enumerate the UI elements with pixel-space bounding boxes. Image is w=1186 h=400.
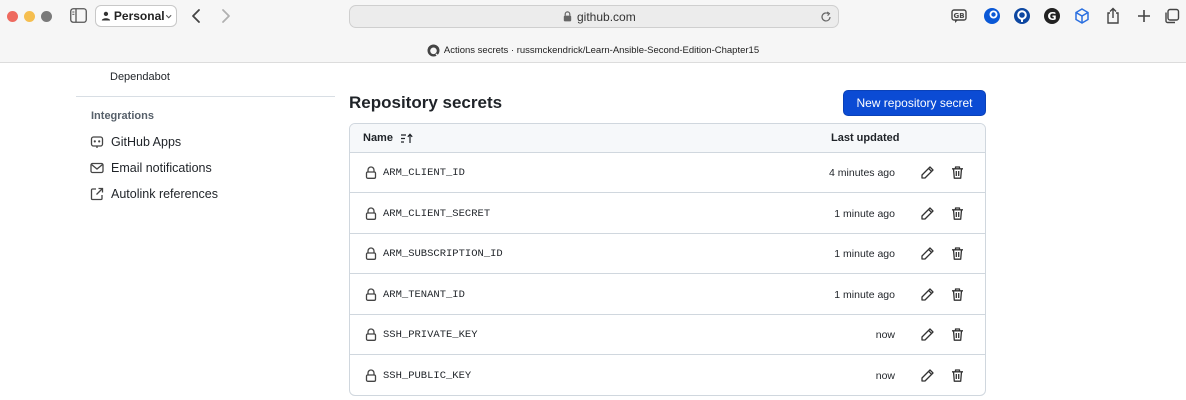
- trash-icon[interactable]: [950, 368, 965, 383]
- table-row: ARM_CLIENT_ID 4 minutes ago: [350, 153, 985, 193]
- secret-name: SSH_PRIVATE_KEY: [383, 329, 478, 341]
- pencil-icon[interactable]: [920, 246, 935, 261]
- last-updated: 1 minute ago: [834, 208, 895, 220]
- back-icon[interactable]: [190, 8, 202, 24]
- secret-name: ARM_CLIENT_SECRET: [383, 208, 491, 220]
- translate-extension-icon[interactable]: GB: [950, 7, 968, 25]
- table-row: SSH_PUBLIC_KEY now: [350, 356, 985, 395]
- close-window-button[interactable]: [7, 11, 18, 22]
- pencil-icon[interactable]: [920, 327, 935, 342]
- new-repository-secret-button[interactable]: New repository secret: [843, 90, 986, 116]
- address-text: github.com: [577, 10, 636, 24]
- table-row: SSH_PRIVATE_KEY now: [350, 315, 985, 355]
- lock-icon: [365, 166, 377, 179]
- table-header: Name Last updated: [350, 124, 985, 153]
- sidebar-section-heading: Integrations: [91, 110, 154, 122]
- minimize-window-button[interactable]: [24, 11, 35, 22]
- grammarly-icon[interactable]: G: [1043, 7, 1061, 25]
- page-title: Repository secrets: [349, 93, 503, 112]
- sidebar-toggle-icon[interactable]: [70, 8, 87, 23]
- table-row: ARM_CLIENT_SECRET 1 minute ago: [350, 194, 985, 234]
- secret-name: ARM_SUBSCRIPTION_ID: [383, 248, 503, 260]
- secret-name: ARM_TENANT_ID: [383, 289, 465, 301]
- sidebar-item-label: GitHub Apps: [111, 135, 182, 149]
- profile-selector[interactable]: Personal: [95, 5, 177, 27]
- last-updated-column-header: Last updated: [831, 132, 900, 144]
- lock-icon: [563, 11, 572, 22]
- address-bar[interactable]: github.com: [349, 5, 839, 28]
- zoom-window-button[interactable]: [41, 11, 52, 22]
- secret-name: ARM_CLIENT_ID: [383, 167, 465, 179]
- sidebar-divider: [76, 96, 335, 97]
- last-updated: 1 minute ago: [834, 248, 895, 260]
- share-icon[interactable]: [1104, 7, 1122, 25]
- sort-icon[interactable]: [400, 132, 413, 144]
- pencil-icon[interactable]: [920, 206, 935, 221]
- trash-icon[interactable]: [950, 206, 965, 221]
- apps-icon: [90, 136, 104, 148]
- sidebar-item-label: Autolink references: [111, 187, 219, 201]
- shield-extension-icon[interactable]: [1013, 7, 1031, 25]
- tab-overview-icon[interactable]: [1163, 7, 1181, 25]
- chevron-down-icon: [165, 14, 172, 18]
- person-icon: [101, 11, 111, 21]
- browser-toolbar: Personal github.com GB G Actions secrets…: [0, 0, 1186, 63]
- name-column-label: Name: [363, 132, 393, 144]
- lock-icon: [365, 328, 377, 341]
- sidebar-item-github-apps[interactable]: GitHub Apps: [90, 135, 181, 149]
- mail-icon: [90, 162, 104, 174]
- reload-icon[interactable]: [820, 11, 832, 23]
- link-external-icon: [90, 187, 104, 201]
- name-column-header[interactable]: Name: [363, 132, 413, 144]
- cube-extension-icon[interactable]: [1073, 7, 1091, 25]
- last-updated: 1 minute ago: [834, 289, 895, 301]
- secret-name: SSH_PUBLIC_KEY: [383, 370, 472, 382]
- trash-icon[interactable]: [950, 165, 965, 180]
- svg-text:G: G: [1047, 10, 1056, 23]
- sidebar-item-autolink-references[interactable]: Autolink references: [90, 187, 218, 201]
- sidebar-item-label: Email notifications: [111, 161, 212, 175]
- lock-icon: [365, 369, 377, 382]
- pencil-icon[interactable]: [920, 368, 935, 383]
- new-tab-icon[interactable]: [1135, 7, 1153, 25]
- blue-circle-extension-icon[interactable]: [983, 7, 1001, 25]
- github-favicon-icon: [427, 44, 440, 57]
- forward-icon[interactable]: [220, 8, 232, 24]
- last-updated: now: [875, 329, 895, 341]
- last-updated: 4 minutes ago: [829, 167, 895, 179]
- trash-icon[interactable]: [950, 287, 965, 302]
- lock-icon: [365, 288, 377, 301]
- trash-icon[interactable]: [950, 246, 965, 261]
- sidebar-item-email-notifications[interactable]: Email notifications: [90, 161, 212, 175]
- secrets-table: Name Last updated ARM_CLIENT_ID 4 minute…: [349, 123, 986, 396]
- trash-icon[interactable]: [950, 327, 965, 342]
- lock-icon: [365, 247, 377, 260]
- last-updated: now: [875, 370, 895, 382]
- table-row: ARM_SUBSCRIPTION_ID 1 minute ago: [350, 234, 985, 274]
- tab-title: Actions secrets · russmckendrick/Learn-A…: [443, 44, 760, 56]
- sidebar-item-dependabot[interactable]: Dependabot: [110, 71, 170, 83]
- svg-text:GB: GB: [953, 12, 964, 20]
- profile-label: Personal: [113, 9, 165, 23]
- table-row: ARM_TENANT_ID 1 minute ago: [350, 275, 985, 315]
- pencil-icon[interactable]: [920, 165, 935, 180]
- active-tab[interactable]: Actions secrets · russmckendrick/Learn-A…: [0, 38, 1186, 62]
- pencil-icon[interactable]: [920, 287, 935, 302]
- lock-icon: [365, 207, 377, 220]
